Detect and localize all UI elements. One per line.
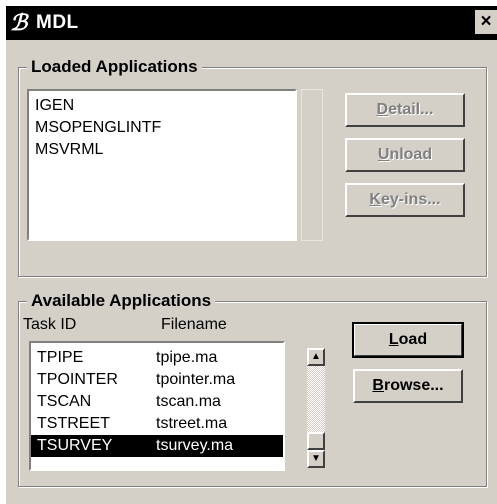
- browse-mnemonic: B: [372, 377, 384, 394]
- loaded-applications-list[interactable]: IGEN MSOPENGLINTF MSVRML: [27, 89, 297, 241]
- table-row[interactable]: TSTREET tstreet.ma: [31, 413, 283, 435]
- task-id-cell: TPOINTER: [37, 371, 118, 388]
- table-row[interactable]: TSCAN tscan.ma: [31, 391, 283, 413]
- table-row[interactable]: TPIPE tpipe.ma: [31, 347, 283, 369]
- detail-button[interactable]: Detail...: [345, 93, 465, 127]
- mdl-app-icon: ℬ: [10, 10, 28, 36]
- task-id-cell: TSCAN: [37, 393, 92, 410]
- task-id-cell: TSTREET: [37, 415, 110, 432]
- filename-cell: tscan.ma: [156, 393, 221, 410]
- filename-header: Filename: [161, 316, 227, 333]
- list-item[interactable]: MSOPENGLINTF: [29, 117, 295, 139]
- loaded-list-scrollbar[interactable]: [301, 89, 323, 241]
- task-id-header: Task ID: [23, 316, 77, 333]
- list-item[interactable]: IGEN: [29, 95, 295, 117]
- loaded-applications-group: Loaded Applications IGEN MSOPENGLINTF MS…: [18, 57, 487, 277]
- load-mnemonic: L: [388, 331, 399, 348]
- mdl-dialog: ℬ MDL × Loaded Applications IGEN MSOPENG…: [6, 6, 497, 504]
- key-ins-label: ey-ins...: [380, 191, 441, 208]
- scroll-down-arrow-icon[interactable]: ▼: [307, 450, 325, 468]
- loaded-applications-label: Loaded Applications: [27, 57, 202, 77]
- detail-mnemonic: D: [376, 101, 389, 118]
- unload-label: nload: [389, 146, 433, 163]
- browse-button[interactable]: Browse...: [353, 369, 463, 403]
- filename-cell: tpipe.ma: [156, 349, 218, 366]
- close-button[interactable]: ×: [475, 10, 497, 34]
- scroll-up-arrow-icon[interactable]: ▲: [307, 348, 325, 366]
- available-applications-list[interactable]: TPIPE tpipe.ma TPOINTER tpointer.ma TSCA…: [29, 341, 285, 471]
- title-bar[interactable]: ℬ MDL ×: [6, 6, 497, 40]
- filename-cell: tstreet.ma: [156, 415, 228, 432]
- task-id-cell: TSURVEY: [37, 437, 113, 454]
- load-label: oad: [398, 331, 428, 348]
- available-applications-group: Available Applications Task ID Filename …: [18, 291, 487, 487]
- filename-cell: tsurvey.ma: [156, 437, 234, 454]
- list-item[interactable]: MSVRML: [29, 139, 295, 161]
- available-applications-label: Available Applications: [27, 291, 216, 311]
- detail-label: etail...: [388, 101, 434, 118]
- browse-label: rowse...: [383, 377, 444, 394]
- filename-cell: tpointer.ma: [156, 371, 236, 388]
- load-button[interactable]: Load: [352, 322, 464, 358]
- key-ins-mnemonic: K: [369, 191, 381, 208]
- table-row-selected[interactable]: TSURVEY tsurvey.ma: [31, 435, 283, 457]
- table-row[interactable]: TPOINTER tpointer.ma: [31, 369, 283, 391]
- available-list-scrollbar[interactable]: ▲ ▼: [307, 348, 325, 468]
- key-ins-button[interactable]: Key-ins...: [345, 183, 465, 217]
- unload-button[interactable]: Unload: [345, 138, 465, 172]
- task-id-cell: TPIPE: [37, 349, 84, 366]
- window-title: MDL: [36, 12, 79, 33]
- unload-mnemonic: U: [377, 146, 390, 163]
- scroll-thumb[interactable]: [307, 432, 325, 450]
